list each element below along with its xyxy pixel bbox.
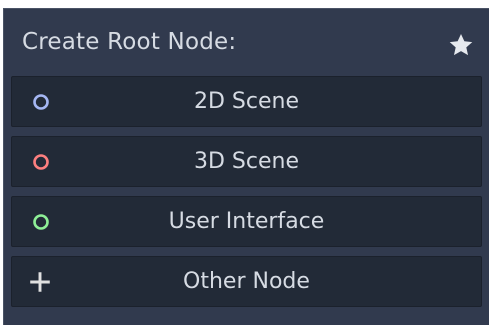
3d-scene-label: 3D Scene: [193, 149, 299, 174]
user-interface-label: User Interface: [168, 209, 325, 234]
scene-dock-panel: Create Root Node: 2D Scene 3D Scene User…: [3, 8, 489, 325]
3d-scene-button[interactable]: 3D Scene: [11, 136, 482, 187]
2d-scene-label: 2D Scene: [193, 89, 299, 114]
panel-header: Create Root Node:: [4, 9, 489, 75]
star-icon[interactable]: [447, 32, 475, 58]
create-root-node-title: Create Root Node:: [22, 29, 237, 55]
2d-scene-button[interactable]: 2D Scene: [11, 76, 482, 127]
user-interface-button[interactable]: User Interface: [11, 196, 482, 247]
other-node-label: Other Node: [183, 269, 310, 294]
other-node-button[interactable]: Other Node: [11, 256, 482, 307]
